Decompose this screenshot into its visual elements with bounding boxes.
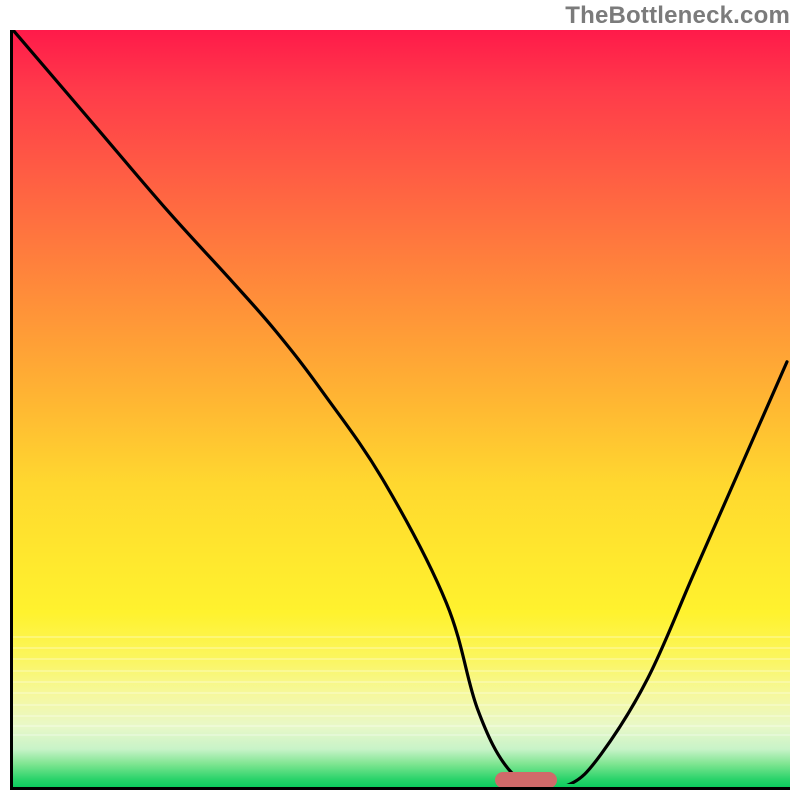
curve-path xyxy=(13,30,787,784)
curve-svg xyxy=(13,30,790,784)
watermark-text: TheBottleneck.com xyxy=(565,2,790,30)
plot-area xyxy=(10,30,790,790)
optimum-marker xyxy=(495,772,557,788)
